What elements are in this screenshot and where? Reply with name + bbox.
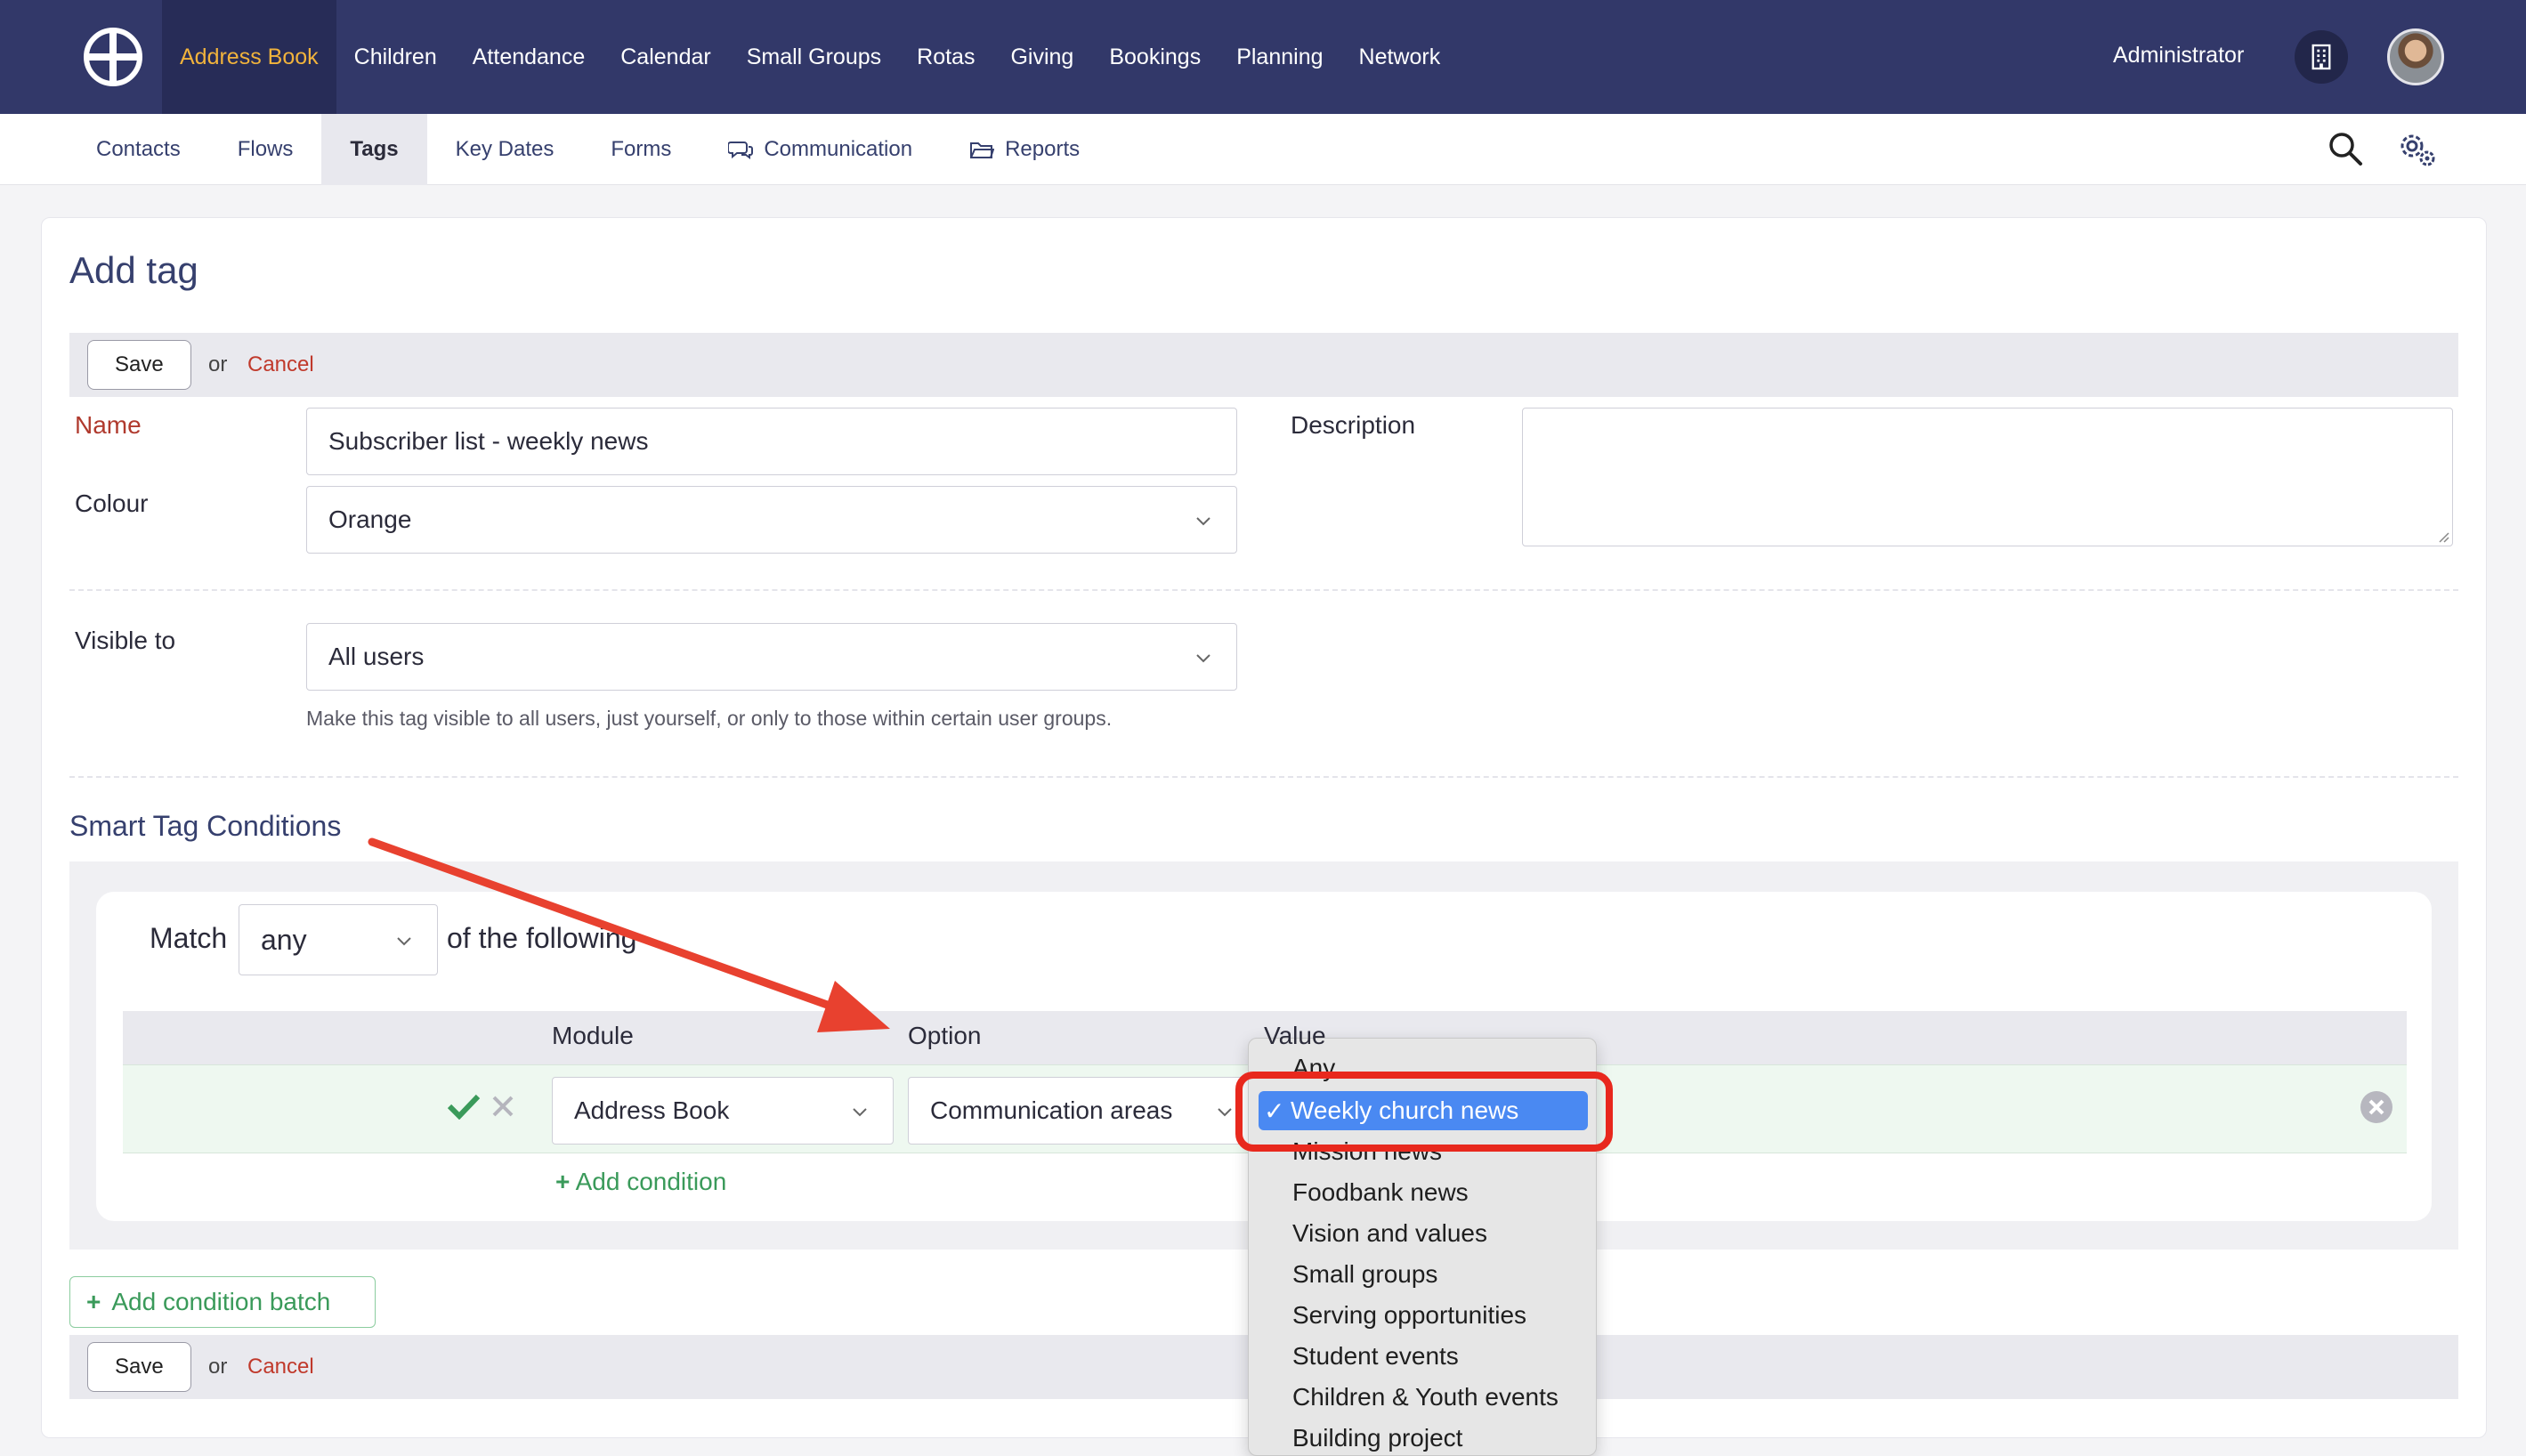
divider (69, 776, 2458, 778)
dropdown-option[interactable]: Mission news (1292, 1137, 1442, 1166)
description-textarea[interactable] (1522, 408, 2453, 546)
tab-reports[interactable]: Reports (941, 114, 1108, 185)
nav-children[interactable]: Children (336, 0, 455, 114)
dropdown-option[interactable]: Any (1292, 1054, 1335, 1082)
tab-communication[interactable]: Communication (700, 114, 941, 185)
visible-to-select[interactable]: All users (306, 623, 1237, 691)
or-text: or (208, 352, 228, 376)
tab-contacts[interactable]: Contacts (68, 114, 209, 185)
dropdown-option-selected[interactable]: ✓ Weekly church news (1259, 1091, 1588, 1130)
cancel-link[interactable]: Cancel (247, 1355, 314, 1379)
visible-to-value: All users (328, 643, 425, 670)
dropdown-option[interactable]: Student events (1292, 1342, 1459, 1371)
check-icon[interactable] (447, 1093, 481, 1120)
checkmark-icon: ✓ (1264, 1097, 1285, 1125)
remove-condition-icon[interactable] (2359, 1089, 2394, 1125)
add-condition-link[interactable]: + Add condition (555, 1168, 726, 1196)
tab-flows[interactable]: Flows (209, 114, 322, 185)
page-title: Add tag (69, 249, 198, 291)
tab-key-dates-label: Key Dates (455, 137, 555, 161)
or-text: or (208, 1355, 228, 1379)
colour-select[interactable]: Orange (306, 486, 1237, 554)
dropdown-option[interactable]: Children & Youth events (1292, 1383, 1559, 1412)
nav-attendance[interactable]: Attendance (455, 0, 603, 114)
building-icon[interactable] (2295, 30, 2348, 84)
top-navigation-bar: Address Book Children Attendance Calenda… (0, 0, 2526, 114)
dropdown-option[interactable]: Building project (1292, 1424, 1462, 1452)
chat-icon (728, 142, 754, 159)
nav-network[interactable]: Network (1341, 0, 1459, 114)
nav-small-groups[interactable]: Small Groups (729, 0, 899, 114)
chevron-down-icon (853, 1108, 867, 1117)
tab-contacts-label: Contacts (96, 137, 181, 161)
settings-gear-icon[interactable] (2396, 128, 2437, 169)
tab-key-dates[interactable]: Key Dates (427, 114, 583, 185)
chevron-down-icon (397, 937, 411, 946)
tab-forms[interactable]: Forms (582, 114, 700, 185)
folder-icon (970, 142, 995, 158)
option-select[interactable]: Communication areas (908, 1077, 1250, 1145)
add-condition-batch-label: Add condition batch (111, 1288, 331, 1315)
module-select[interactable]: Address Book (552, 1077, 894, 1145)
nav-rotas[interactable]: Rotas (899, 0, 992, 114)
top-action-bar: Save or Cancel (69, 333, 2458, 397)
nav-planning[interactable]: Planning (1218, 0, 1340, 114)
module-value: Address Book (574, 1096, 730, 1124)
nav-bookings[interactable]: Bookings (1091, 0, 1218, 114)
plus-icon: + (86, 1288, 101, 1315)
following-text: of the following (447, 922, 637, 954)
smart-tag-conditions-title: Smart Tag Conditions (69, 810, 342, 842)
main-nav: Address Book Children Attendance Calenda… (162, 0, 1458, 114)
match-label: Match (150, 922, 228, 954)
option-value: Communication areas (930, 1096, 1173, 1124)
add-condition-batch-button[interactable]: + Add condition batch (69, 1276, 376, 1328)
sub-navigation-bar: Contacts Flows Tags Key Dates Forms Comm… (0, 114, 2526, 185)
search-icon[interactable] (2327, 130, 2364, 167)
user-name[interactable]: Administrator (2113, 43, 2244, 69)
visible-to-hint: Make this tag visible to all users, just… (306, 707, 1113, 730)
dropdown-option[interactable]: Small groups (1292, 1260, 1437, 1289)
save-button[interactable]: Save (87, 340, 191, 390)
match-value: any (261, 923, 307, 956)
nav-address-book[interactable]: Address Book (162, 0, 336, 114)
avatar[interactable] (2387, 28, 2444, 85)
plus-icon: + (555, 1168, 571, 1195)
name-input[interactable]: Subscriber list - weekly news (306, 408, 1237, 475)
dropdown-option[interactable]: Vision and values (1292, 1219, 1487, 1248)
match-select[interactable]: any (239, 904, 438, 975)
chevron-down-icon (1211, 1104, 1238, 1120)
sub-nav: Contacts Flows Tags Key Dates Forms Comm… (68, 114, 1108, 185)
tab-tags-label: Tags (350, 137, 399, 161)
resize-handle-icon[interactable] (2436, 530, 2450, 544)
cancel-link[interactable]: Cancel (247, 352, 314, 377)
tab-reports-label: Reports (1005, 137, 1081, 161)
close-icon[interactable] (491, 1095, 514, 1118)
save-button[interactable]: Save (87, 1342, 191, 1392)
nav-calendar[interactable]: Calendar (603, 0, 728, 114)
nav-giving[interactable]: Giving (992, 0, 1091, 114)
description-label: Description (1291, 411, 1416, 439)
divider (69, 589, 2458, 591)
value-header: Value (1264, 1022, 1326, 1049)
dropdown-option[interactable]: Foodbank news (1292, 1178, 1469, 1207)
tab-flows-label: Flows (237, 137, 294, 161)
colour-label: Colour (75, 489, 149, 517)
tab-communication-label: Communication (764, 137, 913, 161)
option-header: Option (908, 1022, 982, 1049)
tab-tags[interactable]: Tags (321, 114, 427, 185)
module-header: Module (552, 1022, 634, 1049)
selected-option-label: Weekly church news (1291, 1096, 1519, 1124)
logo-icon[interactable] (64, 0, 162, 114)
visible-to-label: Visible to (75, 627, 176, 654)
colour-value: Orange (328, 506, 412, 533)
dropdown-option[interactable]: Serving opportunities (1292, 1301, 1526, 1330)
chevron-down-icon (1196, 517, 1210, 526)
tab-forms-label: Forms (611, 137, 672, 161)
name-label: Name (75, 411, 142, 439)
chevron-down-icon (1196, 654, 1210, 663)
add-condition-label: Add condition (575, 1168, 727, 1195)
